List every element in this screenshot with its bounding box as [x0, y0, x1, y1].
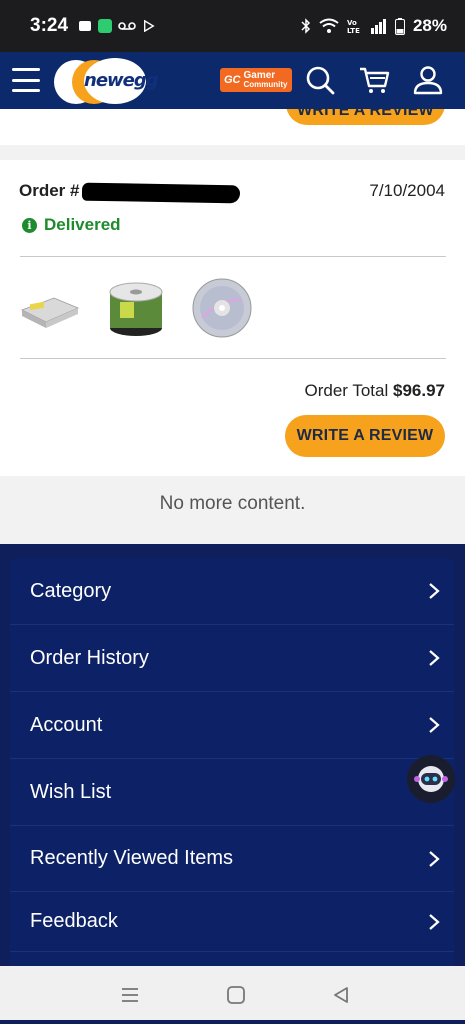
battery-percent: 28%: [412, 16, 447, 35]
back-icon[interactable]: [330, 984, 352, 1006]
no-more-content: No more content.: [159, 493, 306, 514]
gamer-badge-line2: Community: [243, 80, 288, 89]
status-delivered: Delivered: [44, 215, 121, 234]
menu-item-label: Wish List: [30, 780, 112, 803]
product-thumbnails: [20, 278, 252, 338]
write-review-button[interactable]: WRITE A REVIEW: [285, 415, 445, 457]
redacted-order-number: [81, 182, 241, 204]
optical-drive-image[interactable]: [20, 278, 80, 338]
disc-spindle-image[interactable]: [106, 278, 166, 338]
volte-icon: VoLTE: [347, 19, 360, 34]
chevron-right-icon: [429, 717, 440, 733]
write-review-button-previous[interactable]: WRITE A REVIEW: [286, 109, 445, 125]
menu-item-feedback[interactable]: Feedback: [10, 892, 454, 952]
menu-item-label: Order History: [30, 646, 149, 669]
status-time: 3:24: [30, 15, 69, 36]
order-date: 7/10/2004: [369, 181, 445, 200]
robot-icon: [414, 766, 448, 792]
newegg-logo[interactable]: newegg: [54, 58, 159, 106]
search-icon[interactable]: [304, 64, 336, 96]
signal-icon: [370, 19, 386, 34]
menu-item-recently-viewed[interactable]: Recently Viewed Items: [10, 826, 454, 892]
voicemail-icon: [118, 22, 136, 30]
play-store-icon: [144, 20, 155, 32]
recent-apps-icon[interactable]: [119, 984, 141, 1006]
menu-item-label: Account: [30, 713, 103, 736]
wifi-icon: [319, 18, 339, 33]
svg-text:LTE: LTE: [347, 27, 360, 34]
order-total: Order Total $96.97: [304, 381, 445, 401]
chevron-right-icon: [429, 583, 440, 599]
menu-item-account[interactable]: Account: [10, 692, 454, 759]
footer-menu: Category Order History Account Wish List…: [0, 544, 465, 966]
chevron-right-icon: [429, 851, 440, 867]
gamer-community-button[interactable]: GC Gamer Community: [220, 68, 292, 92]
order-total-value: $96.97: [393, 381, 445, 400]
menu-item-category[interactable]: Category: [10, 558, 454, 625]
account-icon[interactable]: [412, 64, 444, 96]
menu-item-label: Feedback: [30, 910, 118, 932]
app-notification-icon: [98, 19, 112, 33]
chatbot-button[interactable]: [407, 755, 455, 803]
menu-panel: Category Order History Account Wish List…: [10, 558, 454, 966]
home-icon[interactable]: [225, 984, 247, 1006]
bluetooth-icon: [301, 18, 311, 34]
menu-item-label: Category: [30, 579, 112, 602]
divider: [20, 256, 446, 257]
order-number-label: Order #: [19, 181, 80, 200]
order-card[interactable]: Order # 7/10/2004 i Delivered Order Tota…: [0, 160, 465, 476]
order-status: i Delivered: [22, 215, 121, 235]
info-icon: i: [22, 217, 37, 233]
notification-icons: [78, 19, 156, 33]
cart-icon[interactable]: [358, 64, 390, 96]
cd-disc-image[interactable]: [192, 278, 252, 338]
previous-order-card: WRITE A REVIEW: [0, 109, 465, 145]
battery-icon: [394, 17, 405, 35]
menu-item-order-history[interactable]: Order History: [10, 625, 454, 692]
menu-item-label: Recently Viewed Items: [30, 847, 234, 869]
menu-item-wish-list[interactable]: Wish List: [10, 759, 454, 826]
gamer-community-logo: GC: [224, 74, 241, 86]
status-bar: 3:24 Vo LTE 28%: [0, 0, 465, 52]
order-total-label: Order Total: [304, 381, 389, 400]
orders-content: WRITE A REVIEW Order # 7/10/2004 i Deliv…: [0, 109, 465, 544]
system-nav-bar: [0, 966, 465, 1024]
message-icon: [79, 21, 91, 31]
logo-text: newegg: [84, 70, 159, 91]
divider: [20, 358, 446, 359]
svg-text:Vo: Vo: [347, 19, 357, 27]
system-icons: Vo LTE 28%: [301, 16, 447, 36]
chevron-right-icon: [429, 914, 440, 930]
chevron-right-icon: [429, 650, 440, 666]
menu-icon[interactable]: [12, 68, 40, 92]
app-header: newegg GC Gamer Community: [0, 52, 465, 109]
